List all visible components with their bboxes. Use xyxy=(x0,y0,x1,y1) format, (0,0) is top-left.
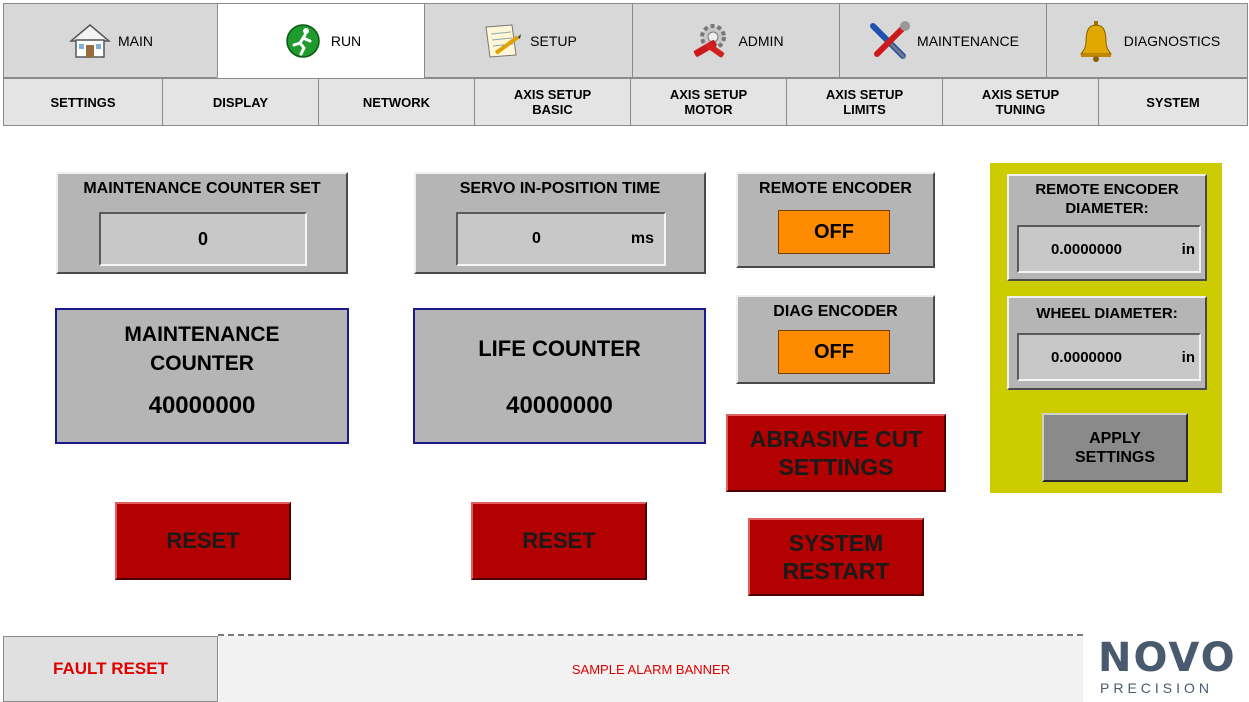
field-unit: ms xyxy=(630,230,654,247)
button-label: RESTART xyxy=(782,558,890,584)
field-value: 0 xyxy=(532,230,541,247)
subtab-axis-setup-limits[interactable]: AXIS SETUP LIMITS xyxy=(786,78,943,126)
tab-diagnostics[interactable]: DIAGNOSTICS xyxy=(1046,3,1248,78)
subtab-label: AXIS SETUP xyxy=(825,87,904,102)
tab-maintenance[interactable]: MAINTENANCE xyxy=(839,3,1047,78)
panel-title: SERVO IN-POSITION TIME xyxy=(459,180,661,197)
subtab-label: BASIC xyxy=(532,102,573,117)
subtab-axis-setup-basic[interactable]: AXIS SETUP BASIC xyxy=(474,78,631,126)
subtab-label: AXIS SETUP xyxy=(513,87,592,102)
wheel-diameter-input[interactable]: 0.0000000 in xyxy=(1017,333,1201,381)
reset-life-counter-button[interactable]: RESET xyxy=(471,502,647,580)
tab-maintenance-label: MAINTENANCE xyxy=(917,32,1019,49)
button-label: SETTINGS xyxy=(1074,448,1155,466)
runner-icon xyxy=(281,19,325,63)
tab-setup[interactable]: SETUP xyxy=(424,3,633,78)
button-label: SETTINGS xyxy=(778,454,894,480)
button-label: SYSTEM xyxy=(788,530,884,556)
maintenance-counter-title: COUNTER xyxy=(150,352,254,375)
panel-title: REMOTE ENCODER xyxy=(1035,181,1179,198)
panel-title: WHEEL DIAMETER: xyxy=(1036,305,1178,322)
alarm-banner: SAMPLE ALARM BANNER xyxy=(219,636,1083,702)
subtab-label: NETWORK xyxy=(362,94,431,110)
diag-encoder-toggle[interactable]: OFF xyxy=(778,330,890,374)
maintenance-counter-display: MAINTENANCE COUNTER 40000000 xyxy=(55,308,349,444)
subtab-label: AXIS SETUP xyxy=(669,87,748,102)
subtab-label: DISPLAY xyxy=(212,94,269,110)
panel-title: DIAG ENCODER xyxy=(773,303,898,320)
toggle-state: OFF xyxy=(814,340,854,363)
bell-icon xyxy=(1074,19,1118,63)
tab-run-label: RUN xyxy=(330,32,362,49)
tab-setup-label: SETUP xyxy=(530,32,577,49)
tab-diagnostics-label: DIAGNOSTICS xyxy=(1123,32,1221,49)
subtab-axis-setup-motor[interactable]: AXIS SETUP MOTOR xyxy=(630,78,787,126)
subtab-system[interactable]: SYSTEM xyxy=(1098,78,1248,126)
tab-main-label: MAIN xyxy=(118,32,153,49)
life-counter-value: 40000000 xyxy=(506,392,613,419)
life-counter-title: LIFE COUNTER xyxy=(478,336,641,361)
fault-reset-button[interactable]: FAULT RESET xyxy=(3,636,218,702)
subtab-label: SETTINGS xyxy=(50,94,116,110)
maintenance-counter-set-panel: MAINTENANCE COUNTER SET 0 xyxy=(56,172,348,274)
panel-title: REMOTE ENCODER xyxy=(759,180,912,197)
house-icon xyxy=(68,19,112,63)
tab-run[interactable]: RUN xyxy=(217,3,425,78)
panel-title: MAINTENANCE COUNTER SET xyxy=(83,180,321,197)
remote-encoder-panel: REMOTE ENCODER OFF xyxy=(736,172,935,268)
field-value: 0.0000000 xyxy=(1051,240,1122,258)
tab-admin[interactable]: ADMIN xyxy=(632,3,840,78)
diag-encoder-panel: DIAG ENCODER OFF xyxy=(736,295,935,384)
field-value: 0.0000000 xyxy=(1051,348,1122,366)
subtab-settings[interactable]: SETTINGS xyxy=(3,78,163,126)
panel-title: DIAMETER: xyxy=(1065,200,1149,217)
encoder-diameter-panel: REMOTE ENCODER DIAMETER: 0.0000000 in WH… xyxy=(990,163,1222,493)
field-value: 0 xyxy=(197,228,208,249)
wheel-diameter-panel: WHEEL DIAMETER: 0.0000000 in xyxy=(1007,296,1207,390)
remote-encoder-diameter-input[interactable]: 0.0000000 in xyxy=(1017,225,1201,273)
remote-encoder-diameter-panel: REMOTE ENCODER DIAMETER: 0.0000000 in xyxy=(1007,174,1207,281)
subtab-axis-setup-tuning[interactable]: AXIS SETUP TUNING xyxy=(942,78,1099,126)
subtab-network[interactable]: NETWORK xyxy=(318,78,475,126)
tab-admin-label: ADMIN xyxy=(738,32,784,49)
button-label: FAULT RESET xyxy=(53,659,168,678)
remote-encoder-toggle[interactable]: OFF xyxy=(778,210,890,254)
button-label: APPLY xyxy=(1089,429,1141,447)
subtab-label: AXIS SETUP xyxy=(981,87,1060,102)
button-label: RESET xyxy=(522,528,596,553)
button-label: RESET xyxy=(166,528,240,553)
field-unit: in xyxy=(1181,240,1195,258)
reset-maintenance-button[interactable]: RESET xyxy=(115,502,291,580)
screwdriver-wrench-icon xyxy=(867,19,911,63)
logo-subtitle: PRECISION xyxy=(1100,680,1214,696)
field-unit: in xyxy=(1181,348,1195,366)
tools-gear-icon xyxy=(688,19,732,63)
subtab-label: MOTOR xyxy=(684,102,733,117)
servo-in-position-input[interactable]: 0 ms xyxy=(456,212,666,266)
system-restart-button[interactable]: SYSTEM RESTART xyxy=(748,518,924,596)
abrasive-cut-settings-button[interactable]: ABRASIVE CUT SETTINGS xyxy=(726,414,946,492)
logo-name: NOVO xyxy=(1098,635,1237,681)
tab-main[interactable]: MAIN xyxy=(3,3,218,78)
subtab-display[interactable]: DISPLAY xyxy=(162,78,319,126)
button-label: ABRASIVE CUT xyxy=(749,426,923,452)
apply-settings-button[interactable]: APPLY SETTINGS xyxy=(1042,413,1188,482)
maintenance-counter-value: 40000000 xyxy=(148,392,256,419)
novo-precision-logo: NOVO PRECISION xyxy=(1084,636,1249,702)
alarm-banner-text: SAMPLE ALARM BANNER xyxy=(571,661,731,677)
subtab-label: TUNING xyxy=(995,102,1046,117)
notepad-icon xyxy=(480,19,524,63)
subtab-label: LIMITS xyxy=(843,102,886,117)
toggle-state: OFF xyxy=(814,220,854,243)
subtab-label: SYSTEM xyxy=(1146,94,1200,110)
life-counter-display: LIFE COUNTER 40000000 xyxy=(413,308,706,444)
maintenance-counter-title: MAINTENANCE xyxy=(124,323,280,346)
servo-in-position-panel: SERVO IN-POSITION TIME 0 ms xyxy=(414,172,706,274)
maintenance-counter-set-input[interactable]: 0 xyxy=(99,212,307,266)
